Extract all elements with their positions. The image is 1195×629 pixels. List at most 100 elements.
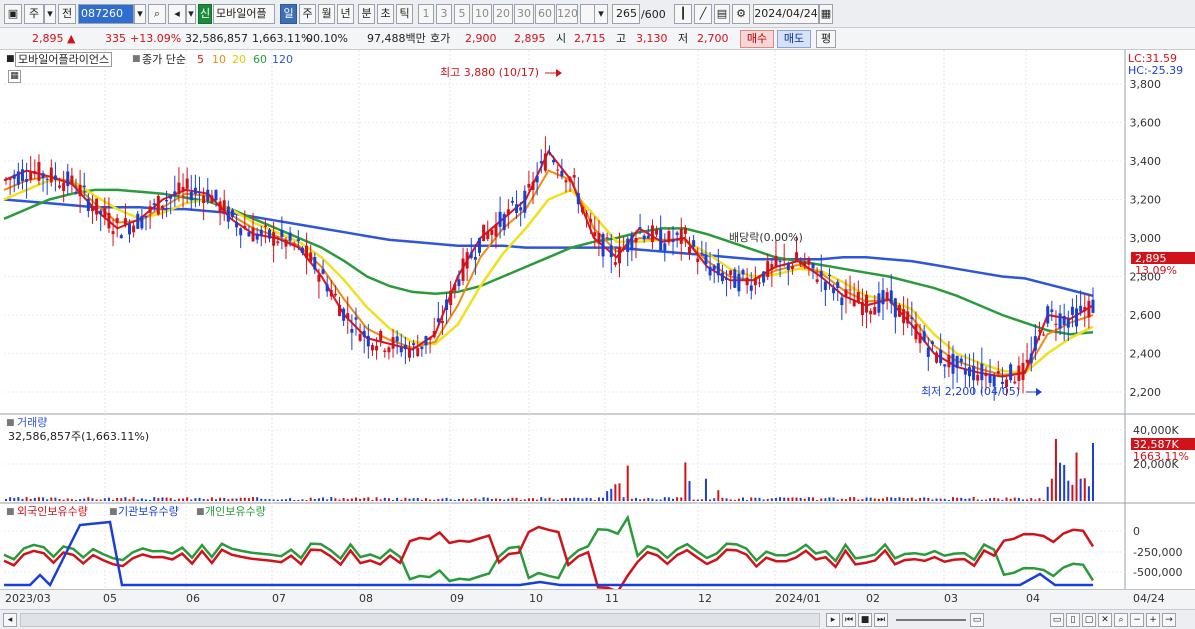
y-tick-label: 3,200 [1130,194,1162,207]
layout-icon[interactable]: ▣ [4,4,22,24]
scroll-bar[interactable]: ◂ ▸ ⏮ ■ ⏭ ▭ ▭ ▯ ▢ ✕ ⌕ − + → [0,609,1195,629]
interval-5[interactable]: 5 [454,4,470,24]
search-icon[interactable]: ⌕ [148,4,166,24]
volume-bar [503,499,506,501]
candle-body [41,173,45,179]
candle-body [1029,353,1033,364]
candle-body [860,301,864,316]
period-second[interactable]: 초 [377,4,394,24]
grid-toggle-icon[interactable]: ▦ [8,70,21,83]
candle-body [74,191,78,193]
code-input[interactable]: 087260 [78,4,134,24]
code-dropdown-icon[interactable]: ▾ [134,4,146,24]
zoom-handle-icon[interactable]: ▭ [970,613,984,627]
volume-bar [610,488,613,501]
candle-body [490,229,494,235]
zoom-reset-icon[interactable]: ▭ [1050,613,1064,627]
search-icon[interactable]: ⌕ [1114,613,1128,627]
volume-bar [87,497,90,501]
stop-icon[interactable]: ■ [858,613,872,627]
gear-icon[interactable]: ⚙ [732,4,750,24]
first-page-icon[interactable]: ⏮ [842,613,856,627]
scroll-left-icon[interactable]: ◂ [3,613,17,627]
candle-body [605,237,609,239]
volume-bar [877,498,880,501]
buy-button[interactable]: 매수 [740,30,774,48]
interval-dropdown-icon[interactable]: ▾ [594,4,608,24]
expand-icon[interactable]: ▢ [1082,613,1096,627]
draw-icon[interactable]: ╱ [694,4,712,24]
candle-body [399,347,403,353]
volume-bar [79,499,82,501]
candle-body [947,355,951,368]
zoom-fit-icon[interactable]: ▯ [1066,613,1080,627]
speaker-icon[interactable]: ◂ [168,4,186,24]
volume-bar [952,497,955,501]
eval-button[interactable]: 평 [816,30,836,48]
volume-bar [301,499,304,501]
candle-body [560,170,564,177]
period-minute[interactable]: 분 [358,4,375,24]
volume-bar [906,498,909,501]
volume-bar [865,497,868,501]
volume-bar [420,499,423,501]
high-price: 3,130 [636,32,668,45]
interval-30[interactable]: 30 [514,4,534,24]
interval-60[interactable]: 60 [535,4,555,24]
type-select[interactable]: 주 [24,4,44,24]
period-year[interactable]: 년 [337,4,354,24]
calendar-icon[interactable]: ▦ [819,4,833,24]
volume-bar [1013,497,1016,501]
y-tick-label: -500,000 [1133,566,1182,579]
volume-bar [639,499,642,501]
date-input[interactable]: 2024/04/24 [753,4,819,24]
count-input[interactable]: 265 [612,4,640,24]
volume-bar [1050,478,1053,501]
volume-bar [651,498,654,501]
candle-body [659,229,663,251]
save-icon[interactable]: ▤ [714,4,730,24]
candle-body [416,347,420,357]
last-page-icon[interactable]: ⏭ [874,613,888,627]
volume-bar [844,499,847,501]
volume-bar [754,497,757,501]
period-week[interactable]: 주 [299,4,316,24]
volume-bar [1067,480,1070,501]
prev-button[interactable]: 전 [58,4,76,24]
volume-bar [947,499,950,501]
candle-body [696,258,700,263]
candle-body [527,183,531,188]
interval-3[interactable]: 3 [436,4,452,24]
sell-button[interactable]: 매도 [777,30,811,48]
interval-120[interactable]: 120 [556,4,578,24]
interval-10[interactable]: 10 [472,4,492,24]
period-tick[interactable]: 틱 [396,4,413,24]
candle-body [593,232,597,237]
candle-body [959,358,963,363]
stock-label[interactable]: 모바일어플라이언스 [15,52,113,67]
zoom-cancel-icon[interactable]: ✕ [1098,613,1112,627]
zoom-out-icon[interactable]: − [1130,613,1144,627]
scroll-track[interactable] [20,613,820,627]
x-label: 12 [698,592,712,605]
arrow-right-icon[interactable]: → [1162,613,1176,627]
candle-body [272,232,276,246]
candle-body [865,294,869,313]
chevron-down-icon[interactable]: ▾ [44,4,56,24]
speaker-dropdown-icon[interactable]: ▾ [186,4,196,24]
candle-body [585,213,589,215]
candle-body [86,198,90,212]
interval-20[interactable]: 20 [493,4,513,24]
period-month[interactable]: 월 [318,4,335,24]
candle-body [836,281,840,289]
interval-1[interactable]: 1 [418,4,434,24]
zoom-slider[interactable] [896,619,966,621]
volume-bar [112,499,115,501]
period-day[interactable]: 일 [280,4,297,24]
volume-bar [1046,486,1049,501]
scroll-right-icon[interactable]: ▸ [826,613,840,627]
zoom-in-icon[interactable]: + [1146,613,1160,627]
candle-icon[interactable]: ┃ [674,4,692,24]
bid-label: 호가 [430,32,451,45]
candle-body [568,177,572,182]
